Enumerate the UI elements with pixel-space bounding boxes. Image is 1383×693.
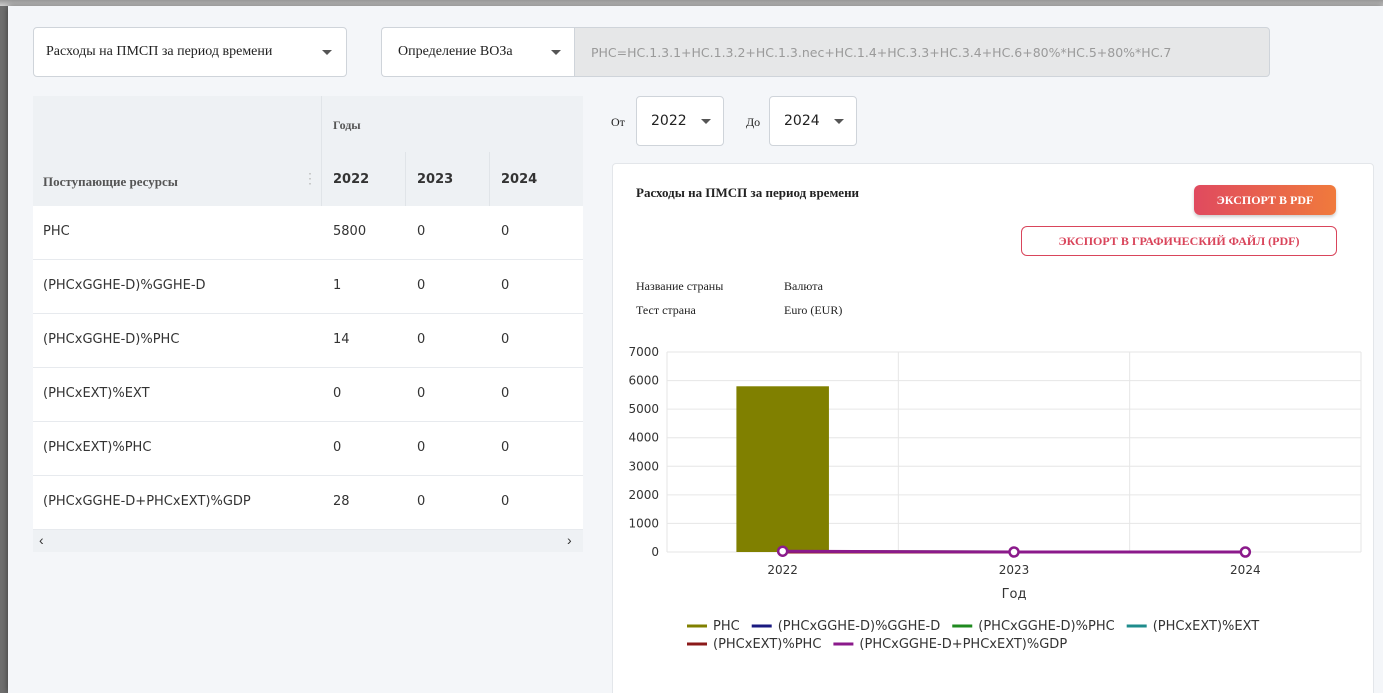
series-point[interactable] <box>776 545 789 557</box>
value-cell: 0 <box>333 440 342 455</box>
value-cell: 0 <box>417 332 426 347</box>
chevron-down-icon <box>701 118 711 124</box>
from-year-select[interactable]: 2022 <box>636 96 724 146</box>
value-cell: 0 <box>417 224 426 239</box>
column-menu-icon[interactable]: ⋮ <box>303 170 317 187</box>
x-tick-label: 2022 <box>767 563 798 577</box>
to-label: До <box>746 115 761 129</box>
y-tick-label: 3000 <box>628 459 659 473</box>
value-cell: 5800 <box>333 224 367 239</box>
horizontal-scrollbar[interactable]: ‹ › <box>33 530 583 552</box>
resource-name-cell: (PHCxGGHE-D+PHCxEXT)%GDP <box>43 494 251 509</box>
export-pdf-button[interactable]: ЭКСПОРТ В PDF <box>1194 185 1336 215</box>
header-divider <box>405 152 406 206</box>
chevron-down-icon <box>322 49 332 55</box>
country-label: Название страны <box>636 279 724 293</box>
value-cell: 1 <box>333 278 342 293</box>
year-column-header-2023[interactable]: 2023 <box>417 172 453 187</box>
table-row[interactable]: PHC 5800 0 0 <box>33 206 583 260</box>
definition-select[interactable]: Определение ВОЗа <box>381 27 575 77</box>
y-tick-label: 5000 <box>628 402 659 416</box>
app-screen: Расходы на ПМСП за период времени Опреде… <box>8 6 1383 693</box>
resources-table: Годы Поступающие ресурсы ⋮ 2022 2023 202… <box>33 96 583 552</box>
to-year-select[interactable]: 2024 <box>769 96 857 146</box>
resources-column-header[interactable]: Поступающие ресурсы <box>43 174 178 190</box>
x-tick-label: 2024 <box>1230 563 1261 577</box>
y-tick-label: 4000 <box>628 431 659 445</box>
table-row[interactable]: (PHCxGGHE-D+PHCxEXT)%GDP 28 0 0 <box>33 476 583 530</box>
y-tick-label: 7000 <box>628 345 659 359</box>
series-point[interactable] <box>1239 546 1252 558</box>
header-divider <box>489 152 490 206</box>
y-tick-label: 0 <box>651 545 659 559</box>
currency-label: Валюта <box>784 279 823 293</box>
expense-chart: 0 1000 2000 3000 4000 5000 6000 7000 2022 2023 202… <box>628 345 1362 652</box>
from-year-value: 2022 <box>651 113 687 129</box>
export-image-button[interactable]: ЭКСПОРТ В ГРАФИЧЕСКИЙ ФАЙЛ (PDF) <box>1021 226 1337 256</box>
value-cell: 0 <box>501 332 510 347</box>
value-cell: 14 <box>333 332 350 347</box>
value-cell: 28 <box>333 494 350 509</box>
formula-field: PHC=HC.1.3.1+HC.1.3.2+HC.1.3.nec+HC.1.4+… <box>574 27 1270 77</box>
value-cell: 0 <box>501 278 510 293</box>
scroll-left-icon[interactable]: ‹ <box>39 532 44 548</box>
y-tick-label: 6000 <box>628 374 659 388</box>
value-cell: 0 <box>333 386 342 401</box>
value-cell: 0 <box>501 440 510 455</box>
resource-name-cell: (PHCxGGHE-D)%PHC <box>43 332 180 347</box>
y-tick-label: 1000 <box>628 516 659 530</box>
series-point[interactable] <box>1008 546 1020 558</box>
table-row[interactable]: (PHCxEXT)%EXT 0 0 0 <box>33 368 583 422</box>
table-header: Годы Поступающие ресурсы ⋮ 2022 2023 202… <box>33 96 583 206</box>
resource-name-cell: (PHCxGGHE-D)%GGHE-D <box>43 278 206 293</box>
country-value: Тест страна <box>636 303 696 317</box>
legend-entry[interactable]: (PHCxEXT)%EXT <box>1153 619 1260 634</box>
y-tick-label: 2000 <box>628 488 659 502</box>
legend-entry[interactable]: (PHCxGGHE-D)%PHC <box>978 619 1114 634</box>
value-cell: 0 <box>417 278 426 293</box>
year-column-header-2022[interactable]: 2022 <box>333 172 369 187</box>
value-cell: 0 <box>501 386 510 401</box>
legend-entry[interactable]: PHC <box>713 619 740 634</box>
to-year-value: 2024 <box>784 113 820 129</box>
resource-name-cell: (PHCxEXT)%EXT <box>43 386 150 401</box>
from-label: От <box>611 115 625 129</box>
formula-text: PHC=HC.1.3.1+HC.1.3.2+HC.1.3.nec+HC.1.4+… <box>591 44 1172 60</box>
expense-report-select[interactable]: Расходы на ПМСП за период времени <box>33 27 347 77</box>
currency-value: Euro (EUR) <box>784 303 843 317</box>
scroll-right-icon[interactable]: › <box>567 532 572 548</box>
definition-select-value: Определение ВОЗа <box>398 44 513 59</box>
resource-name-cell: (PHCxEXT)%PHC <box>43 440 152 455</box>
value-cell: 0 <box>417 386 426 401</box>
chart-panel: Расходы на ПМСП за период времени ЭКСПОР… <box>612 163 1374 693</box>
table-row[interactable]: (PHCxEXT)%PHC 0 0 0 <box>33 422 583 476</box>
value-cell: 0 <box>417 440 426 455</box>
legend-entry[interactable]: (PHCxGGHE-D+PHCxEXT)%GDP <box>859 637 1067 652</box>
x-axis-label: Год <box>1002 587 1027 602</box>
header-divider <box>321 96 322 206</box>
chart-title: Расходы на ПМСП за период времени <box>636 185 860 200</box>
value-cell: 0 <box>501 224 510 239</box>
chevron-down-icon <box>834 118 844 124</box>
year-column-header-2024[interactable]: 2024 <box>501 172 537 187</box>
bar-phc[interactable] <box>736 386 829 552</box>
legend-entry[interactable]: (PHCxGGHE-D)%GGHE-D <box>778 619 941 634</box>
value-cell: 0 <box>501 494 510 509</box>
value-cell: 0 <box>417 494 426 509</box>
table-row[interactable]: (PHCxGGHE-D)%GGHE-D 1 0 0 <box>33 260 583 314</box>
table-row[interactable]: (PHCxGGHE-D)%PHC 14 0 0 <box>33 314 583 368</box>
years-group-header: Годы <box>333 118 361 132</box>
resource-name-cell: PHC <box>43 224 70 239</box>
legend-entry[interactable]: (PHCxEXT)%PHC <box>713 637 821 652</box>
chevron-down-icon <box>551 49 561 55</box>
x-tick-label: 2023 <box>999 563 1030 577</box>
expense-report-select-value: Расходы на ПМСП за период времени <box>46 44 273 59</box>
